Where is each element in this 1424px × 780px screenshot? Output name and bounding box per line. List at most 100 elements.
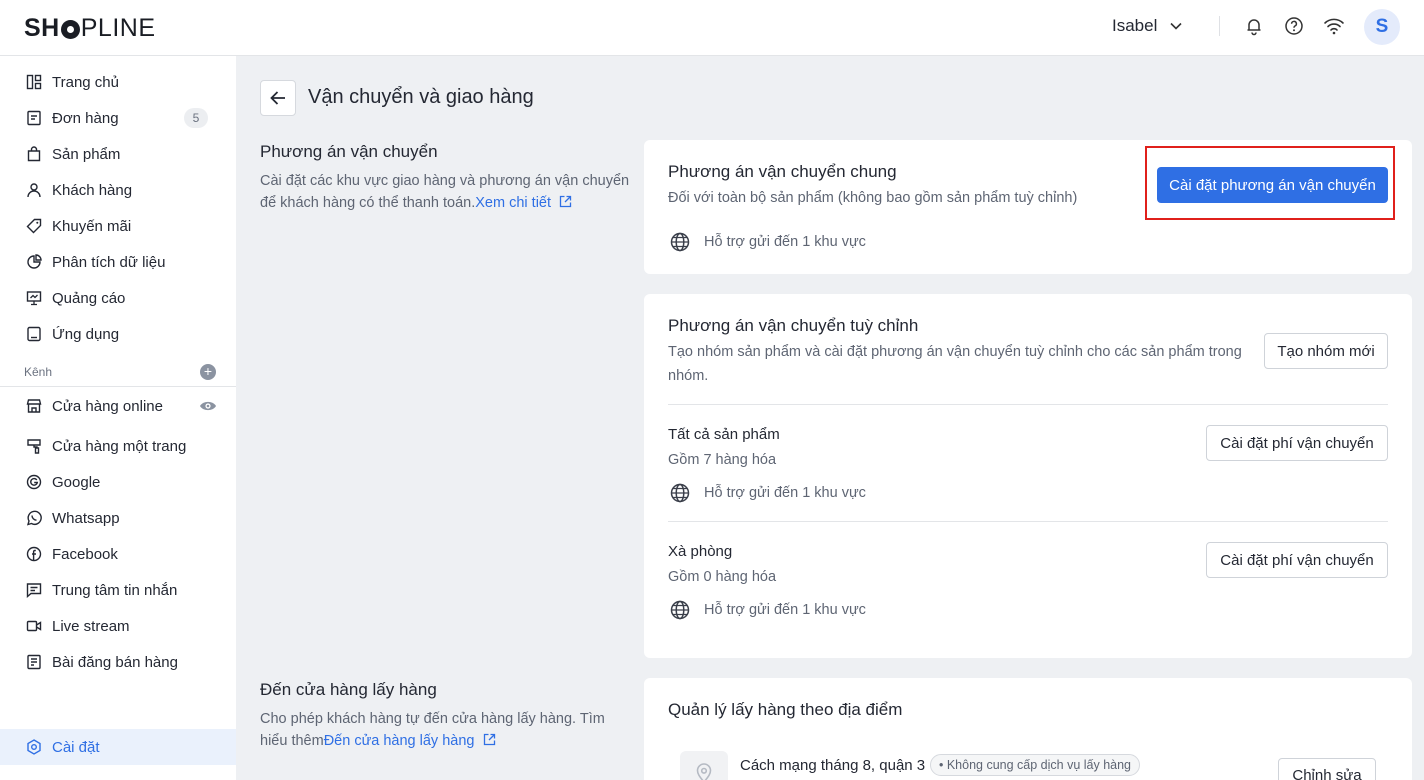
add-channel-icon[interactable]: + (200, 364, 216, 380)
chevron-down-icon (1170, 22, 1182, 30)
sidebar-item-label: Trang chủ (52, 73, 119, 91)
highlight-box (1145, 146, 1395, 220)
sidebar-item-home[interactable]: Trang chủ (0, 64, 236, 100)
sidebar-item-label: Live stream (52, 617, 130, 635)
person-icon (24, 180, 44, 200)
custom-card-title: Phương án vận chuyển tuỳ chỉnh (668, 316, 919, 335)
sidebar-item-label: Cửa hàng online (52, 397, 163, 415)
pickup-section-title: Đến cửa hàng lấy hàng (260, 680, 437, 699)
orders-count-badge: 5 (184, 108, 208, 128)
video-icon (24, 616, 44, 636)
group-region: Hỗ trợ gửi đến 1 khu vực (670, 600, 866, 620)
facebook-icon (24, 544, 44, 564)
sidebar: Trang chủ Đơn hàng 5 Sản phẩm Khách hàng… (0, 56, 236, 780)
globe-icon (670, 483, 690, 503)
sidebar-item-label: Bài đăng bán hàng (52, 653, 178, 671)
google-icon (24, 472, 44, 492)
sidebar-item-label: Cửa hàng một trang (52, 437, 187, 455)
setup-fee-button[interactable]: Cài đặt phí vận chuyển (1206, 425, 1388, 461)
sidebar-item-orders[interactable]: Đơn hàng 5 (0, 100, 236, 136)
sidebar-item-analytics[interactable]: Phân tích dữ liệu (0, 244, 236, 280)
pickup-card-title: Quản lý lấy hàng theo địa điểm (668, 700, 903, 719)
post-icon (24, 652, 44, 672)
sidebar-item-google[interactable]: Google (0, 464, 236, 500)
channels-label: Kênh (24, 365, 53, 379)
sidebar-item-label: Whatsapp (52, 509, 120, 527)
group-region: Hỗ trợ gửi đến 1 khu vực (670, 483, 866, 503)
sidebar-item-one-page-store[interactable]: Cửa hàng một trang (0, 428, 236, 464)
logo-text-right: PLINE (80, 14, 156, 42)
sidebar-item-promotions[interactable]: Khuyến mãi (0, 208, 236, 244)
sidebar-item-sales-posts[interactable]: Bài đăng bán hàng (0, 644, 236, 680)
location-name: Cách mạng tháng 8, quận 3 (740, 757, 926, 774)
setup-fee-button[interactable]: Cài đặt phí vận chuyển (1206, 542, 1388, 578)
sidebar-item-facebook[interactable]: Facebook (0, 536, 236, 572)
back-button[interactable] (260, 80, 296, 116)
card-divider (668, 521, 1388, 522)
sidebar-item-label: Đơn hàng (52, 109, 119, 127)
create-group-button[interactable]: Tạo nhóm mới (1264, 333, 1388, 369)
bag-icon (24, 144, 44, 164)
page-title: Vận chuyển và giao hàng (308, 86, 534, 108)
general-card-desc: Đối với toàn bộ sản phẩm (không bao gồm … (668, 190, 1078, 206)
avatar[interactable]: S (1364, 9, 1400, 45)
monitor-icon (24, 288, 44, 308)
sidebar-item-whatsapp[interactable]: Whatsapp (0, 500, 236, 536)
group-name: Xà phòng (668, 543, 733, 560)
app-icon (24, 324, 44, 344)
dashboard-icon (24, 72, 44, 92)
tag-icon (24, 216, 44, 236)
sidebar-item-label: Facebook (52, 545, 118, 563)
whatsapp-icon (24, 508, 44, 528)
custom-card-desc: Tạo nhóm sản phẩm và cài đặt phương án v… (668, 344, 1242, 384)
sidebar-item-settings[interactable]: Cài đặt (0, 729, 236, 765)
location-pin-icon (680, 751, 728, 780)
sidebar-item-ads[interactable]: Quảng cáo (0, 280, 236, 316)
sidebar-item-label: Khuyến mãi (52, 217, 132, 235)
wifi-icon[interactable] (1322, 14, 1346, 38)
external-link-icon[interactable] (483, 733, 496, 746)
sidebar-item-label: Trung tâm tin nhắn (52, 581, 178, 599)
shipping-section-desc-text: Cài đặt các khu vực giao hàng và phương … (260, 173, 630, 211)
shopline-logo[interactable]: SH PLINE (24, 14, 156, 43)
store-icon (24, 396, 44, 416)
sidebar-item-label: Ứng dụng (52, 325, 120, 343)
region-text: Hỗ trợ gửi đến 1 khu vực (704, 485, 866, 501)
sidebar-item-label: Cài đặt (52, 738, 100, 756)
sidebar-item-label: Google (52, 473, 101, 491)
logo-o-mark (60, 20, 80, 39)
sidebar-item-apps[interactable]: Ứng dụng (0, 316, 236, 352)
gear-icon (24, 737, 44, 757)
sidebar-item-customers[interactable]: Khách hàng (0, 172, 236, 208)
sidebar-divider (0, 386, 236, 387)
view-details-link[interactable]: Xem chi tiết (475, 195, 551, 211)
user-name: Isabel (1112, 16, 1158, 35)
user-menu[interactable]: Isabel (1112, 16, 1183, 36)
sidebar-item-label: Sản phẩm (52, 145, 121, 163)
sidebar-item-label: Quảng cáo (52, 289, 126, 307)
pie-chart-icon (24, 252, 44, 272)
general-card-region: Hỗ trợ gửi đến 1 khu vực (670, 232, 866, 252)
sidebar-item-message-center[interactable]: Trung tâm tin nhắn (0, 572, 236, 608)
status-badge: • Không cung cấp dịch vụ lấy hàng (930, 754, 1141, 776)
arrow-left-icon (270, 91, 285, 105)
globe-icon (670, 600, 690, 620)
sidebar-item-live-stream[interactable]: Live stream (0, 608, 236, 644)
group-name: Tất cả sản phẩm (668, 426, 780, 443)
region-text: Hỗ trợ gửi đến 1 khu vực (704, 602, 866, 618)
bell-icon[interactable] (1242, 14, 1266, 38)
sidebar-item-products[interactable]: Sản phẩm (0, 136, 236, 172)
help-icon[interactable] (1282, 14, 1306, 38)
brush-icon (24, 436, 44, 456)
external-link-icon[interactable] (559, 195, 572, 208)
topbar-divider (1219, 16, 1220, 36)
edit-button[interactable]: Chỉnh sửa (1278, 758, 1376, 780)
logo-text-left: SH (24, 14, 60, 42)
sidebar-item-online-store[interactable]: Cửa hàng online (0, 388, 236, 424)
pickup-link[interactable]: Đến cửa hàng lấy hàng (324, 733, 475, 749)
sidebar-item-label: Khách hàng (52, 181, 133, 199)
general-card-title: Phương án vận chuyển chung (668, 162, 897, 181)
pickup-section-desc: Cho phép khách hàng tự đến cửa hàng lấy … (260, 708, 630, 752)
globe-icon (670, 232, 690, 252)
eye-icon[interactable] (199, 398, 217, 418)
